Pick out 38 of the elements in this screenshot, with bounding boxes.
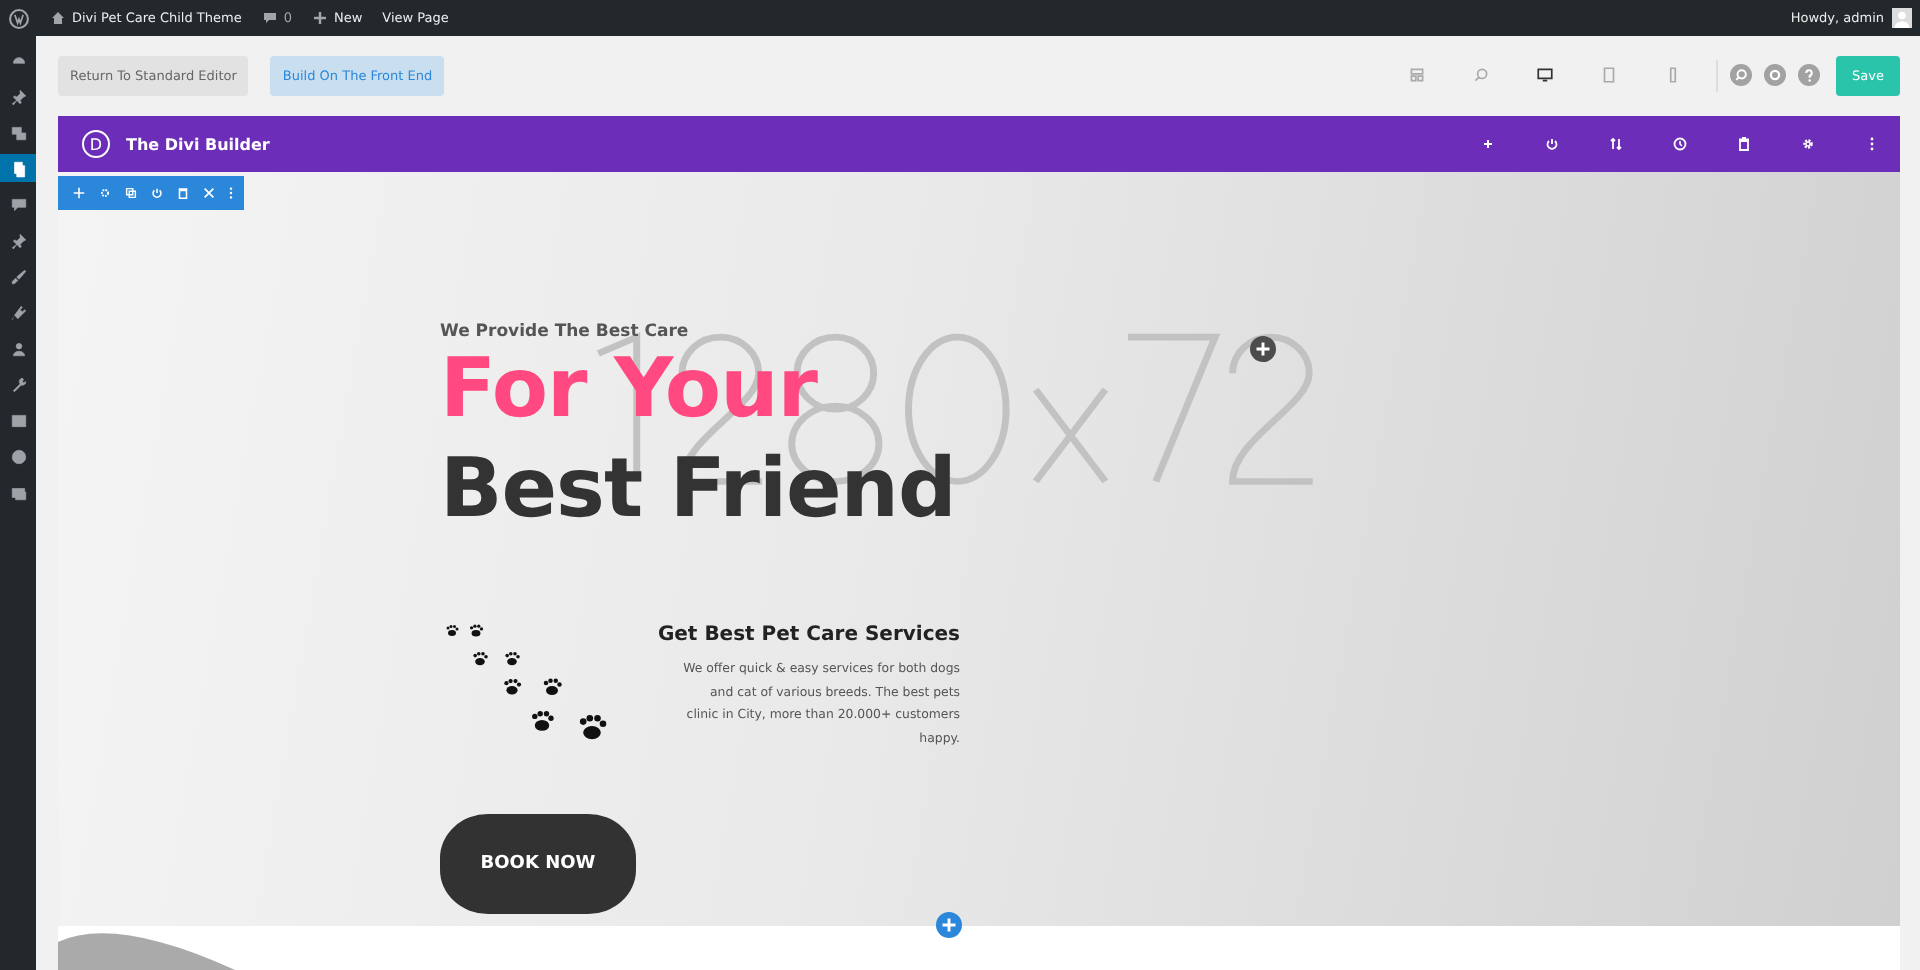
trash-icon[interactable] <box>176 186 190 200</box>
comment-icon <box>261 10 278 26</box>
comment-icon <box>9 195 27 213</box>
power-icon[interactable] <box>1544 136 1560 152</box>
trash-icon[interactable] <box>1736 136 1752 152</box>
duplicate-icon[interactable] <box>124 186 138 200</box>
add-module-icon[interactable] <box>1250 336 1276 362</box>
pages-icon <box>9 159 27 177</box>
builder-title: The Divi Builder <box>126 135 270 153</box>
desktop-icon[interactable] <box>1536 66 1555 84</box>
move-icon[interactable] <box>72 186 86 200</box>
more-icon[interactable] <box>228 186 234 200</box>
divi-logo: D <box>82 130 110 158</box>
help-icon[interactable] <box>1798 64 1821 86</box>
wordpress-logo-icon[interactable] <box>8 7 30 29</box>
hero-heading-line: Best Friend <box>440 438 958 538</box>
history-icon[interactable] <box>1672 136 1688 152</box>
hero-subtitle: We Provide The Best Care <box>440 322 691 342</box>
wrench-icon <box>9 375 27 393</box>
sidebar-item[interactable] <box>0 154 36 182</box>
brush-icon <box>9 267 27 285</box>
add-section-icon[interactable] <box>936 912 962 938</box>
home-icon <box>50 10 66 26</box>
add-icon[interactable] <box>1480 136 1496 152</box>
plus-icon <box>311 10 328 26</box>
book-now-button[interactable]: BOOK NOW <box>440 814 636 914</box>
sort-icon[interactable] <box>1608 136 1624 152</box>
search-icon[interactable] <box>1730 64 1753 86</box>
pin-icon <box>9 87 27 105</box>
power-icon[interactable] <box>150 186 164 200</box>
media-icon <box>9 123 27 141</box>
user-icon <box>9 339 27 357</box>
pin-icon <box>9 231 27 249</box>
hero-heading-line: For Your <box>440 338 820 438</box>
close-icon[interactable] <box>202 186 216 200</box>
plug-icon <box>9 303 27 321</box>
services-title: Get Best Pet Care Services <box>656 622 960 650</box>
layers-icon <box>9 483 27 501</box>
